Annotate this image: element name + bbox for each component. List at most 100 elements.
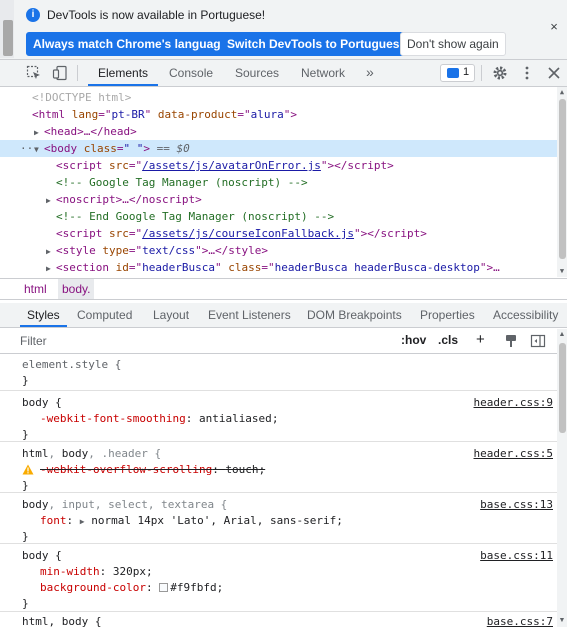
gtm-comment-text: <!-- Google Tag Manager (noscript) --> — [56, 176, 308, 189]
style-rule[interactable]: body { base.css:11 min-width: 320px; bac… — [0, 545, 557, 612]
html-lang-value: pt-BR — [111, 108, 145, 121]
rule-close-brace: } — [22, 428, 29, 441]
style-rule[interactable]: html, body, .header { header.css:5 -webk… — [0, 443, 557, 493]
doctype-text: <!DOCTYPE html> — [32, 91, 132, 104]
tab-layout[interactable]: Layout — [153, 303, 189, 327]
style-declaration[interactable]: background-color: #f9fbfd; — [40, 579, 223, 596]
always-match-language-button[interactable]: Always match Chrome's language — [26, 32, 235, 56]
expand-triangle-icon[interactable]: ▶ — [46, 192, 56, 209]
rule-close-brace: } — [22, 597, 29, 610]
inspect-element-icon[interactable] — [26, 65, 42, 81]
rule-source-link[interactable]: base.css:11 — [480, 547, 553, 564]
style-rule[interactable]: html, body { base.css:7 — [0, 613, 557, 629]
style-declaration[interactable]: font: ▶ normal 14px 'Lato', Arial, sans-… — [40, 512, 343, 530]
dom-node-doctype[interactable]: <!DOCTYPE html> — [0, 89, 557, 106]
dom-tree-scroll-thumb[interactable] — [559, 99, 566, 259]
tab-elements[interactable]: Elements — [88, 60, 159, 86]
paint-brush-icon[interactable] — [503, 333, 519, 349]
rule-source-link[interactable]: base.css:7 — [487, 613, 553, 629]
style-declaration[interactable]: min-width: 320px; — [40, 563, 153, 580]
dom-node-script[interactable]: <script src="/assets/js/courseIconFallba… — [0, 225, 557, 242]
tab-sources[interactable]: Sources — [235, 60, 279, 86]
expand-triangle-icon[interactable]: ▶ — [34, 124, 44, 141]
style-rule[interactable]: element.style { } — [0, 354, 557, 391]
declaration-property: background-color — [40, 581, 146, 594]
style-declaration-invalid[interactable]: -webkit-overflow-scrolling: touch; — [40, 461, 265, 478]
scroll-down-arrow-icon[interactable]: ▼ — [558, 617, 566, 625]
scroll-up-arrow-icon[interactable]: ▲ — [558, 88, 566, 96]
more-tabs-chevron-icon[interactable]: » — [366, 60, 374, 86]
expand-triangle-icon[interactable]: ▶ — [46, 243, 56, 260]
rule-close-brace: } — [22, 530, 29, 543]
tab-event-listeners[interactable]: Event Listeners — [208, 303, 291, 327]
infobar-message: DevTools is now available in Portuguese! — [47, 8, 266, 22]
html-product-value: alura — [250, 108, 284, 121]
styles-scrollbar[interactable]: ▲ ▼ — [557, 329, 567, 627]
script-src-link[interactable]: /assets/js/courseIconFallback.js — [142, 227, 354, 240]
switch-to-portuguese-button[interactable]: Switch DevTools to Portuguese — [220, 32, 414, 56]
color-swatch[interactable] — [159, 583, 169, 592]
rule-source-link[interactable]: base.css:13 — [480, 496, 553, 513]
tab-styles[interactable]: Styles — [20, 303, 67, 327]
script-src-link[interactable]: /assets/js/avatarOnError.js — [142, 159, 321, 172]
declaration-value: #f9fbfd — [170, 581, 217, 594]
dom-node-html[interactable]: <html lang="pt-BR" data-product="alura"> — [0, 106, 557, 123]
toolbar-divider — [77, 65, 78, 81]
styles-scroll-thumb[interactable] — [559, 343, 566, 433]
styles-filter-bar: :hov .cls + — [0, 329, 567, 354]
class-toggle[interactable]: .cls — [438, 333, 458, 347]
rule-selector: html, body, .header { — [22, 447, 162, 460]
rule-source-link[interactable]: header.css:5 — [474, 445, 553, 462]
style-declaration[interactable]: -webkit-font-smoothing: antialiased; — [40, 410, 278, 427]
new-style-rule-button[interactable]: + — [476, 331, 485, 348]
info-icon: i — [26, 8, 40, 22]
breadcrumb-html[interactable]: html — [20, 279, 51, 299]
language-infobar: i DevTools is now available in Portugues… — [0, 0, 567, 60]
dom-node-body[interactable]: ··· ▼ <body class=" "> == $0 — [0, 140, 557, 157]
toggle-sidebar-icon[interactable] — [530, 333, 546, 349]
hover-state-toggle[interactable]: :hov — [401, 333, 426, 347]
styles-rules-list: element.style { } body { header.css:9 -w… — [0, 354, 557, 629]
dom-node-script[interactable]: <script src="/assets/js/avatarOnError.js… — [0, 157, 557, 174]
section-class-value: headerBusca headerBusca-desktop — [274, 261, 480, 274]
issues-counter-button[interactable]: 1 — [440, 64, 475, 82]
body-class-value: " " — [123, 142, 144, 155]
declaration-value: normal 14px 'Lato', Arial, sans-serif — [91, 514, 337, 527]
expand-triangle-icon[interactable]: ▶ — [46, 260, 56, 277]
style-rule[interactable]: body { header.css:9 -webkit-font-smoothi… — [0, 392, 557, 442]
dom-node-comment[interactable]: <!-- Google Tag Manager (noscript) --> — [0, 174, 557, 191]
tab-computed[interactable]: Computed — [77, 303, 132, 327]
collapse-triangle-icon[interactable]: ▼ — [34, 141, 44, 158]
rule-selector: body { — [22, 549, 62, 562]
dom-tree-scrollbar[interactable]: ▲ ▼ — [557, 87, 567, 277]
style-rule[interactable]: body, input, select, textarea { base.css… — [0, 494, 557, 544]
tab-dom-breakpoints[interactable]: DOM Breakpoints — [307, 303, 402, 327]
expand-shorthand-icon[interactable]: ▶ — [80, 517, 85, 526]
styles-filter-input[interactable] — [20, 331, 390, 351]
breadcrumb-body[interactable]: body. — [58, 279, 95, 299]
dom-node-head[interactable]: ▶ <head>…</head> — [0, 123, 557, 140]
dont-show-again-button[interactable]: Don't show again — [400, 32, 506, 56]
tab-accessibility[interactable]: Accessibility — [493, 303, 558, 327]
scroll-up-arrow-icon[interactable]: ▲ — [558, 331, 566, 339]
device-toolbar-icon[interactable] — [52, 65, 68, 81]
breadcrumb: html body. — [0, 278, 567, 300]
dom-node-section[interactable]: ▶ <section id="headerBusca" class="header… — [0, 259, 557, 276]
rule-source-link[interactable]: header.css:9 — [474, 394, 553, 411]
rule-selector: body, input, select, textarea { — [22, 498, 228, 511]
kebab-menu-icon[interactable] — [519, 65, 535, 81]
page-scrollbar-thumb[interactable] — [3, 20, 13, 56]
tab-console[interactable]: Console — [169, 60, 213, 86]
close-icon[interactable]: × — [547, 20, 561, 34]
declaration-property: min-width — [40, 565, 100, 578]
close-devtools-icon[interactable] — [546, 65, 562, 81]
dom-tree: <!DOCTYPE html> <html lang="pt-BR" data-… — [0, 87, 567, 277]
dom-node-style[interactable]: ▶ <style type="text/css">…</style> — [0, 242, 557, 259]
dom-node-comment[interactable]: <!-- End Google Tag Manager (noscript) -… — [0, 208, 557, 225]
tab-network[interactable]: Network — [301, 60, 345, 86]
scroll-down-arrow-icon[interactable]: ▼ — [558, 267, 566, 275]
dom-node-noscript[interactable]: ▶ <noscript>…</noscript> — [0, 191, 557, 208]
gear-icon[interactable] — [492, 65, 508, 81]
toolbar-divider — [481, 65, 482, 81]
tab-properties[interactable]: Properties — [420, 303, 475, 327]
